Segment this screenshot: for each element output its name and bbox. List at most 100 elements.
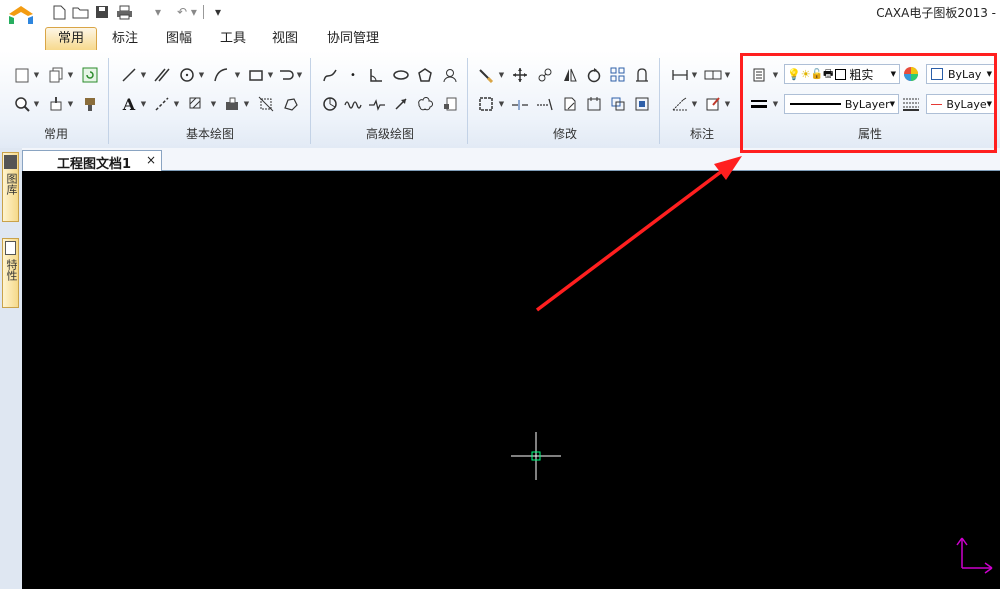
line-icon[interactable]: [119, 65, 139, 85]
select-frame-dropdown[interactable]: ▼: [498, 94, 505, 114]
hatch-dropdown[interactable]: ▼: [210, 94, 217, 114]
line-dropdown[interactable]: ▼: [140, 65, 147, 85]
side-tab-properties-label: 特性: [5, 259, 18, 281]
extend-icon[interactable]: [535, 94, 555, 114]
undo-icon[interactable]: ▾: [150, 3, 166, 21]
spline-icon[interactable]: [320, 65, 340, 85]
array-icon[interactable]: [608, 65, 628, 85]
stretch-icon[interactable]: [632, 65, 652, 85]
ribbon-tab-bar: [0, 24, 1000, 52]
tolerance-icon[interactable]: [703, 65, 723, 85]
sheet-stack-icon[interactable]: [440, 94, 460, 114]
zoom-icon[interactable]: [12, 94, 32, 114]
text-edit-dropdown[interactable]: ▼: [724, 94, 731, 114]
offset-icon[interactable]: [608, 94, 628, 114]
match-properties-icon[interactable]: [46, 94, 66, 114]
tab-view[interactable]: 视图: [264, 28, 306, 50]
drawing-canvas[interactable]: [22, 171, 1000, 589]
zoom-dropdown[interactable]: ▼: [33, 94, 40, 114]
group-label-basic-draw: 基本绘图: [185, 127, 234, 141]
polyline-dropdown[interactable]: ▼: [296, 65, 303, 85]
dimension-icon[interactable]: [670, 65, 690, 85]
erase-icon[interactable]: [476, 65, 496, 85]
trim-frame-icon[interactable]: [256, 94, 276, 114]
dimension-dropdown[interactable]: ▼: [691, 65, 698, 85]
arc-dropdown[interactable]: ▼: [234, 65, 241, 85]
tab-sheet[interactable]: 图幅: [158, 28, 200, 50]
save-icon[interactable]: [93, 3, 111, 21]
parallel-line-icon[interactable]: [152, 65, 172, 85]
hatch-icon[interactable]: [186, 94, 206, 114]
rotate-icon[interactable]: [584, 65, 604, 85]
arc-icon[interactable]: [211, 65, 231, 85]
tolerance-dropdown[interactable]: ▼: [724, 65, 731, 85]
properties-panel-icon: [5, 241, 16, 255]
ucs-icon: [950, 535, 995, 575]
move-icon[interactable]: [510, 65, 530, 85]
rectangle-icon[interactable]: [246, 65, 266, 85]
circle-icon[interactable]: [177, 65, 197, 85]
text-dropdown[interactable]: ▼: [140, 94, 147, 114]
coordinate-dim-dropdown[interactable]: ▼: [691, 94, 698, 114]
document-tab[interactable]: 工程图文档1 ×: [22, 150, 162, 172]
open-folder-icon[interactable]: [70, 3, 90, 21]
coordinate-dim-icon[interactable]: [670, 94, 690, 114]
profile-icon[interactable]: [440, 65, 460, 85]
paste-icon[interactable]: [12, 65, 32, 85]
trim-icon[interactable]: [510, 94, 530, 114]
tab-tools[interactable]: 工具: [212, 28, 254, 50]
polygon-icon[interactable]: [415, 65, 435, 85]
centerline-icon[interactable]: [152, 94, 172, 114]
annotation-arrow: [530, 150, 745, 315]
wave-line-icon[interactable]: [343, 94, 363, 114]
ellipse-icon[interactable]: [391, 65, 411, 85]
side-tab-library[interactable]: 图库: [2, 152, 19, 222]
block-dropdown[interactable]: ▼: [243, 94, 250, 114]
polyline-icon[interactable]: [276, 65, 296, 85]
rectangle-dropdown[interactable]: ▼: [267, 65, 274, 85]
centerline-dropdown[interactable]: ▼: [173, 94, 180, 114]
group-label-advanced-draw: 高级绘图: [365, 127, 414, 141]
explode-icon[interactable]: [584, 94, 604, 114]
tab-collaboration[interactable]: 协同管理: [320, 28, 386, 50]
new-file-icon[interactable]: [50, 3, 68, 21]
customize-icon[interactable]: ▾: [211, 3, 225, 21]
select-frame-icon[interactable]: [476, 94, 496, 114]
group-separator: [659, 58, 660, 144]
tab-common[interactable]: 常用: [45, 27, 97, 50]
circle-dropdown[interactable]: ▼: [198, 65, 205, 85]
angle-line-icon[interactable]: [366, 65, 386, 85]
arrow-icon[interactable]: [391, 94, 411, 114]
copy-icon[interactable]: [46, 65, 66, 85]
revision-cloud-icon[interactable]: [415, 94, 435, 114]
text-icon[interactable]: A: [119, 94, 139, 114]
side-tab-library-label: 图库: [5, 173, 18, 195]
group-label-modify: 修改: [552, 127, 577, 141]
group-separator: [108, 58, 109, 144]
group-separator: [467, 58, 468, 144]
fillet-icon[interactable]: [632, 94, 652, 114]
rotate-copy-icon[interactable]: [535, 65, 555, 85]
scale-icon[interactable]: [560, 94, 580, 114]
point-icon[interactable]: •: [343, 65, 363, 85]
paste-dropdown[interactable]: ▼: [33, 65, 40, 85]
side-tab-properties[interactable]: 特性: [2, 238, 19, 308]
print-icon[interactable]: [114, 3, 134, 21]
pie-chart-icon[interactable]: [320, 94, 340, 114]
redo-icon[interactable]: ↶ ▾: [175, 3, 199, 21]
break-line-icon[interactable]: [367, 94, 387, 114]
region-icon[interactable]: [281, 94, 301, 114]
erase-dropdown[interactable]: ▼: [498, 65, 505, 85]
match-dropdown[interactable]: ▼: [67, 94, 74, 114]
regen-icon[interactable]: [80, 65, 100, 85]
group-label-annotation: 标注: [689, 127, 714, 141]
library-icon: [4, 155, 17, 169]
tab-annotate[interactable]: 标注: [104, 28, 146, 50]
crosshair-cursor: [511, 432, 561, 480]
mirror-icon[interactable]: [560, 65, 580, 85]
block-icon[interactable]: [222, 94, 242, 114]
copy-dropdown[interactable]: ▼: [67, 65, 74, 85]
close-icon[interactable]: ×: [146, 153, 156, 167]
text-edit-icon[interactable]: [703, 94, 723, 114]
brush-format-icon[interactable]: [80, 94, 100, 114]
